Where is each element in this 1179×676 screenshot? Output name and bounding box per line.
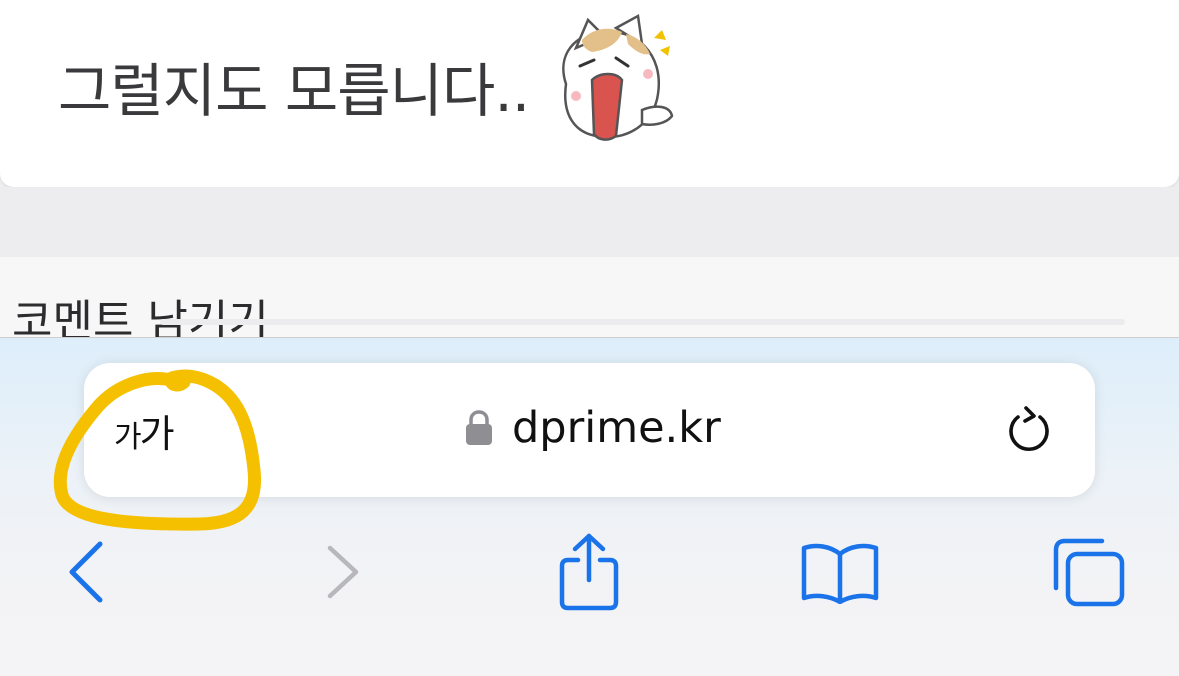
comment-text: 그럴지도 모릅니다.. bbox=[58, 57, 530, 125]
surprised-cat-sticker bbox=[562, 14, 674, 141]
address-bar[interactable]: 가가 dprime.kr bbox=[84, 363, 1095, 497]
section-gap bbox=[0, 187, 1179, 257]
page-settings-button[interactable]: 가가 bbox=[114, 403, 175, 458]
forward-button[interactable] bbox=[318, 540, 368, 604]
leave-comment-section: 코멘트 남기기 bbox=[0, 257, 1179, 347]
reader-label-large: 가 bbox=[139, 412, 175, 456]
share-button[interactable] bbox=[556, 532, 622, 612]
reload-icon[interactable] bbox=[1002, 403, 1056, 457]
reader-label-small: 가 bbox=[114, 420, 142, 455]
back-button[interactable] bbox=[62, 540, 112, 604]
bookmarks-button[interactable] bbox=[800, 540, 880, 604]
url-text: dprime.kr bbox=[512, 403, 721, 453]
tabs-button[interactable] bbox=[1050, 536, 1128, 610]
comment-input-hint bbox=[160, 319, 1125, 325]
browser-toolbar: 가가 dprime.kr bbox=[0, 337, 1179, 676]
comment-card: 그럴지도 모릅니다.. bbox=[0, 0, 1179, 187]
lock-icon bbox=[466, 410, 492, 445]
url-field[interactable]: dprime.kr bbox=[464, 403, 721, 453]
